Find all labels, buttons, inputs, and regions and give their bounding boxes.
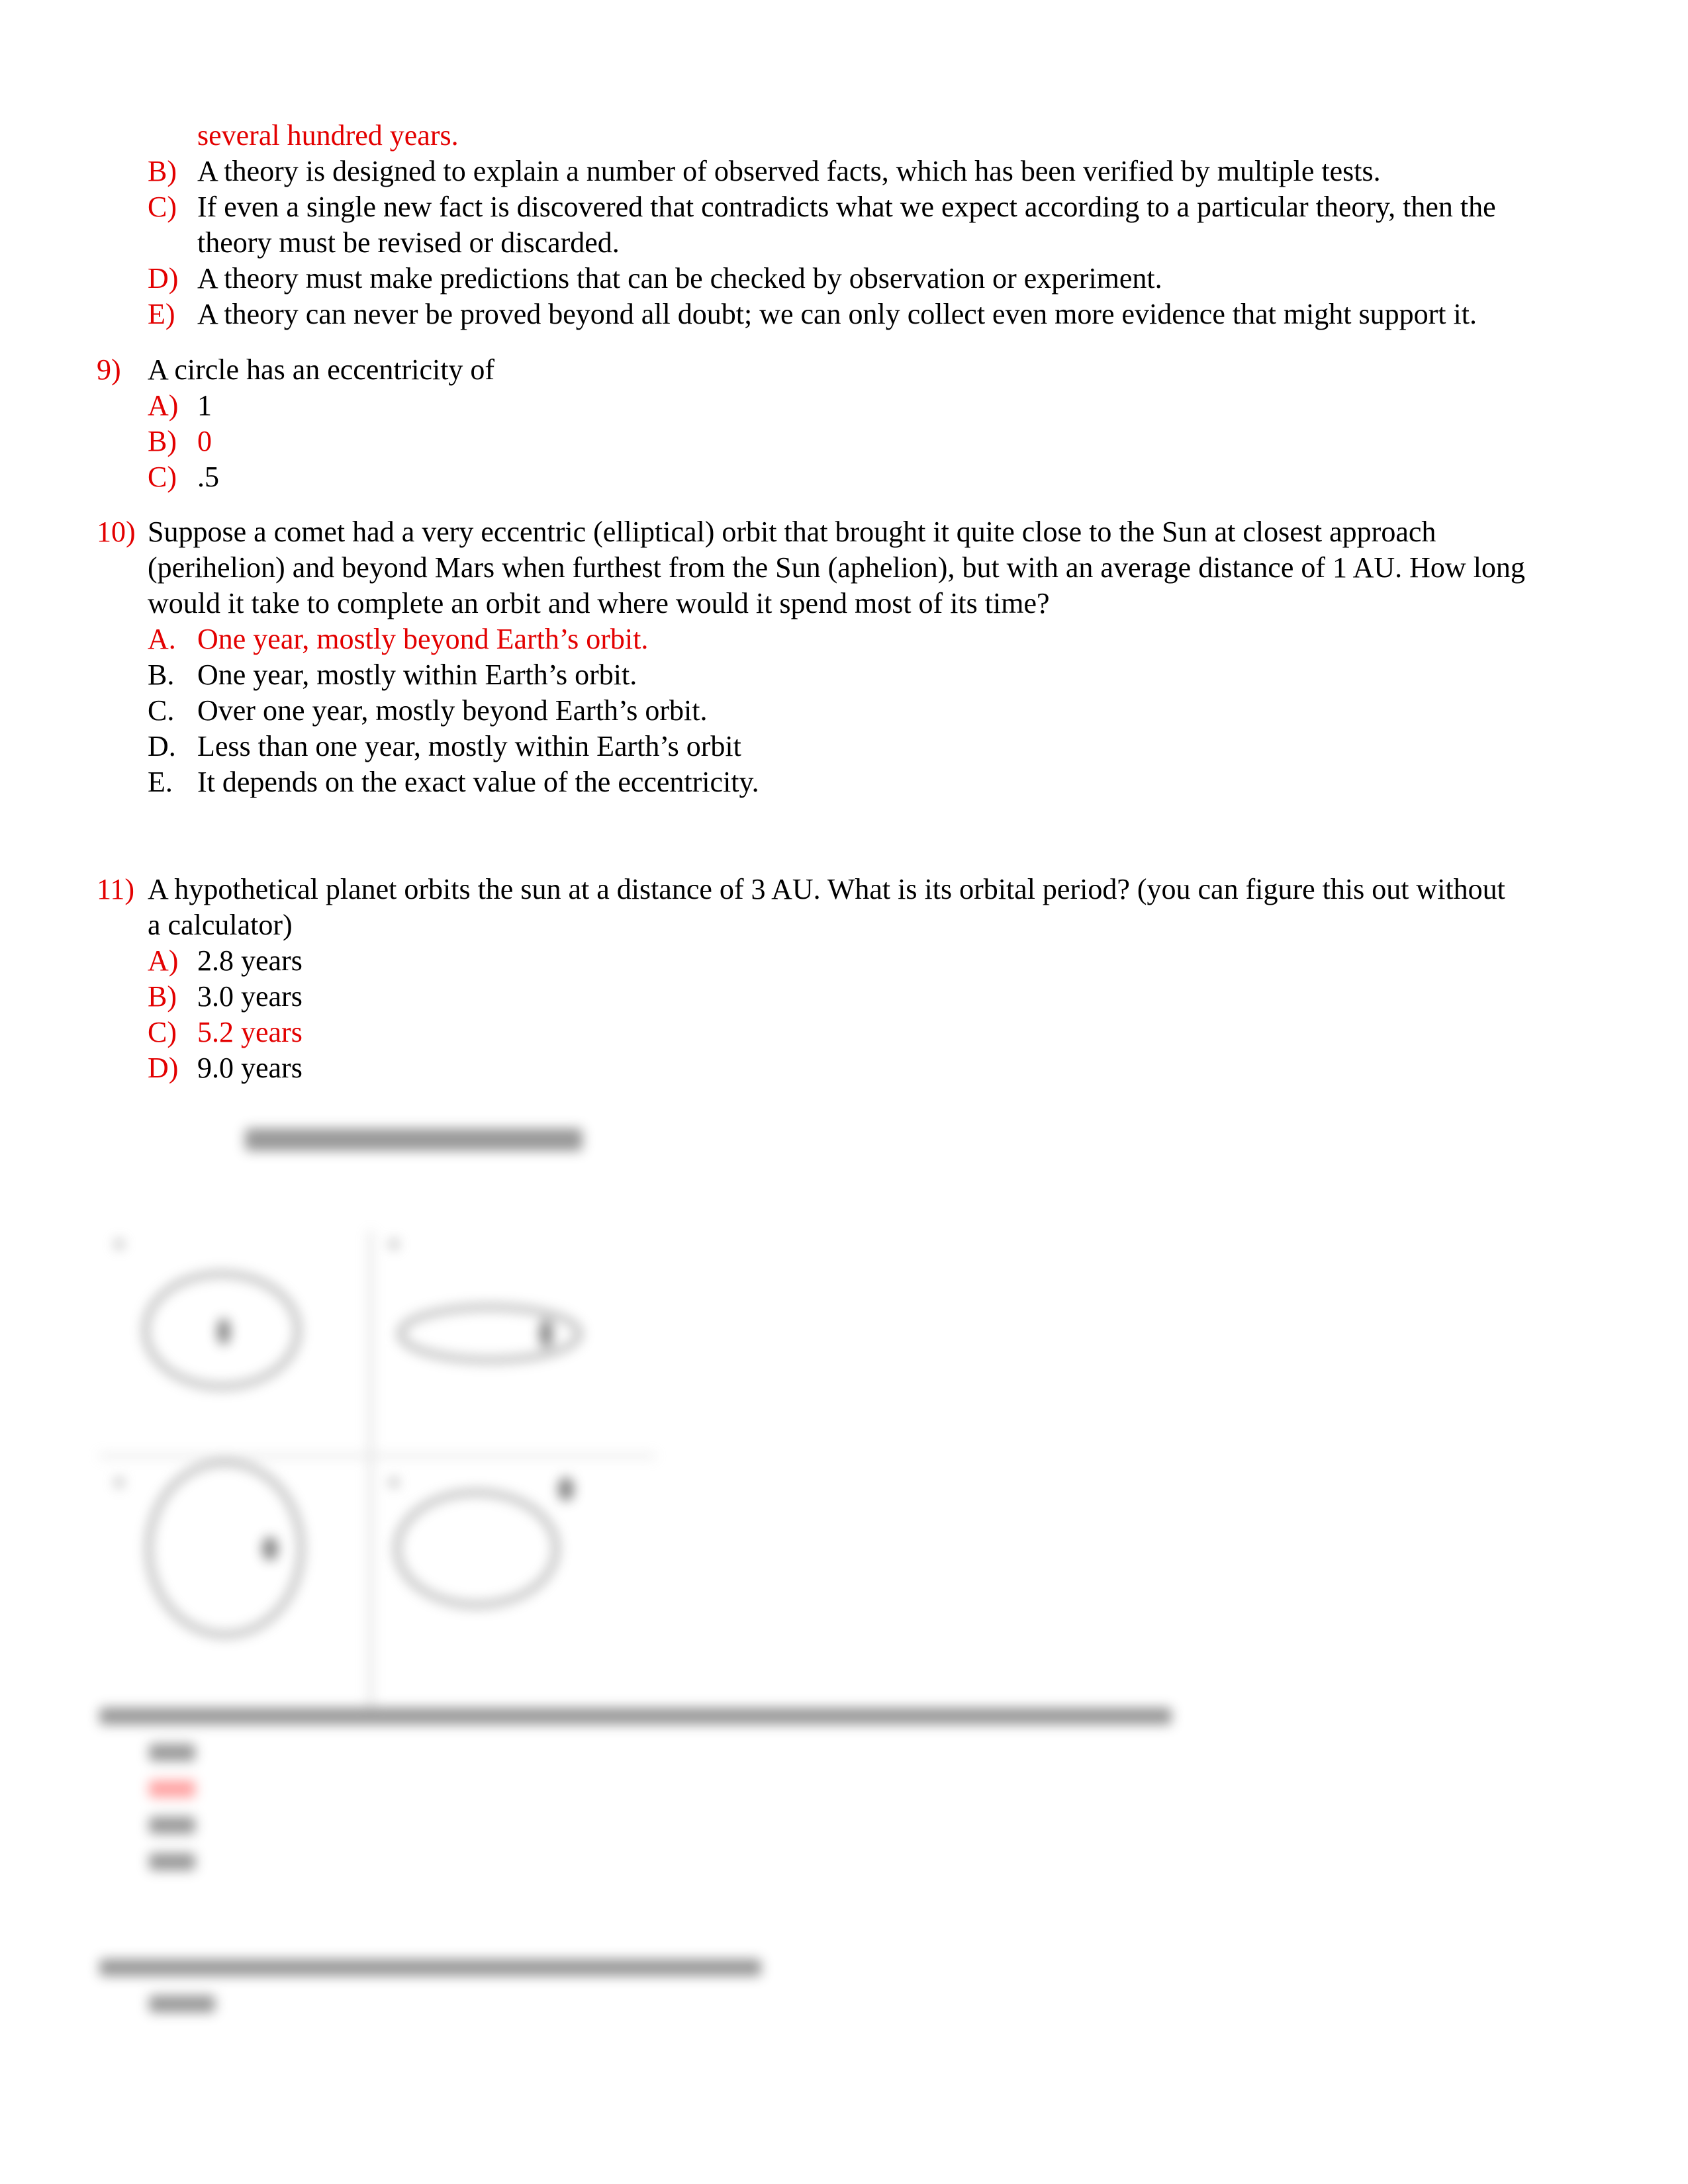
option-label: B) — [148, 425, 177, 457]
orbit-d — [394, 1489, 559, 1608]
option-label: D. — [148, 730, 176, 762]
option-label: A. — [148, 623, 176, 655]
option-text: 3.0 years — [197, 980, 303, 1013]
sun-d — [558, 1477, 574, 1501]
option-text: If even a single new fact is discovered … — [197, 191, 1496, 223]
sun-c — [262, 1537, 278, 1561]
option-label: C) — [148, 461, 177, 493]
orbit-diagram — [99, 1231, 655, 1721]
question-prompt-line: A hypothetical planet orbits the sun at … — [148, 873, 1505, 905]
question-number: 10) — [97, 516, 136, 548]
blurred-question-line — [99, 1959, 761, 1976]
option-text-correct: One year, mostly beyond Earth’s orbit. — [197, 623, 649, 655]
option-text-correct: 0 — [197, 425, 212, 457]
option-text: A theory is designed to explain a number… — [197, 155, 1381, 187]
question-prompt-line: would it take to complete an orbit and w… — [148, 587, 1050, 619]
option-text-continued: theory must be revised or discarded. — [197, 226, 620, 259]
blurred-option — [149, 1853, 195, 1870]
blurred-option — [149, 1744, 195, 1761]
option-label: E) — [148, 298, 175, 330]
question-number: 11) — [97, 873, 135, 905]
option-text: One year, mostly within Earth’s orbit. — [197, 659, 637, 691]
option-label: C. — [148, 694, 175, 727]
option-text-correct: 5.2 years — [197, 1016, 303, 1048]
option-text: It depends on the exact value of the ecc… — [197, 766, 759, 798]
sun-a — [217, 1318, 230, 1345]
option-text: A theory can never be proved beyond all … — [197, 298, 1477, 330]
option-text: 1 — [197, 389, 212, 422]
label-b — [389, 1239, 399, 1250]
question-prompt-line: (perihelion) and beyond Mars when furthe… — [148, 551, 1525, 584]
blurred-content-preview — [93, 1099, 1350, 2058]
orbit-c — [146, 1459, 305, 1638]
sun-b — [539, 1319, 553, 1348]
option-text: .5 — [197, 461, 219, 493]
option-label: D) — [148, 262, 179, 295]
question-prompt-line: a calculator) — [148, 909, 293, 941]
option-label: B) — [148, 980, 177, 1013]
option-text: Less than one year, mostly within Earth’… — [197, 730, 741, 762]
option-text: 2.8 years — [197, 944, 303, 977]
option-text: 9.0 years — [197, 1052, 303, 1084]
option-label: A) — [148, 389, 179, 422]
option-label: B. — [148, 659, 175, 691]
blurred-option — [149, 1995, 215, 2013]
question-prompt: A circle has an eccentricity of — [148, 353, 495, 386]
q8-option-a-continuation: several hundred years. — [197, 119, 459, 152]
option-text: A theory must make predictions that can … — [197, 262, 1162, 295]
option-label: B) — [148, 155, 177, 187]
question-number: 9) — [97, 353, 121, 386]
label-c — [114, 1477, 124, 1488]
option-label: D) — [148, 1052, 179, 1084]
exam-page: several hundred years. B) A theory is de… — [0, 0, 1688, 2184]
blurred-heading — [245, 1128, 583, 1151]
label-d — [389, 1477, 399, 1488]
blurred-question-line — [99, 1707, 1172, 1725]
option-label: C) — [148, 1016, 177, 1048]
option-label: E. — [148, 766, 173, 798]
blurred-option — [149, 1817, 195, 1834]
blurred-option-correct — [149, 1780, 195, 1797]
option-text: Over one year, mostly beyond Earth’s orb… — [197, 694, 708, 727]
option-label: A) — [148, 944, 179, 977]
label-a — [114, 1239, 124, 1250]
question-prompt-line: Suppose a comet had a very eccentric (el… — [148, 516, 1436, 548]
option-label: C) — [148, 191, 177, 223]
